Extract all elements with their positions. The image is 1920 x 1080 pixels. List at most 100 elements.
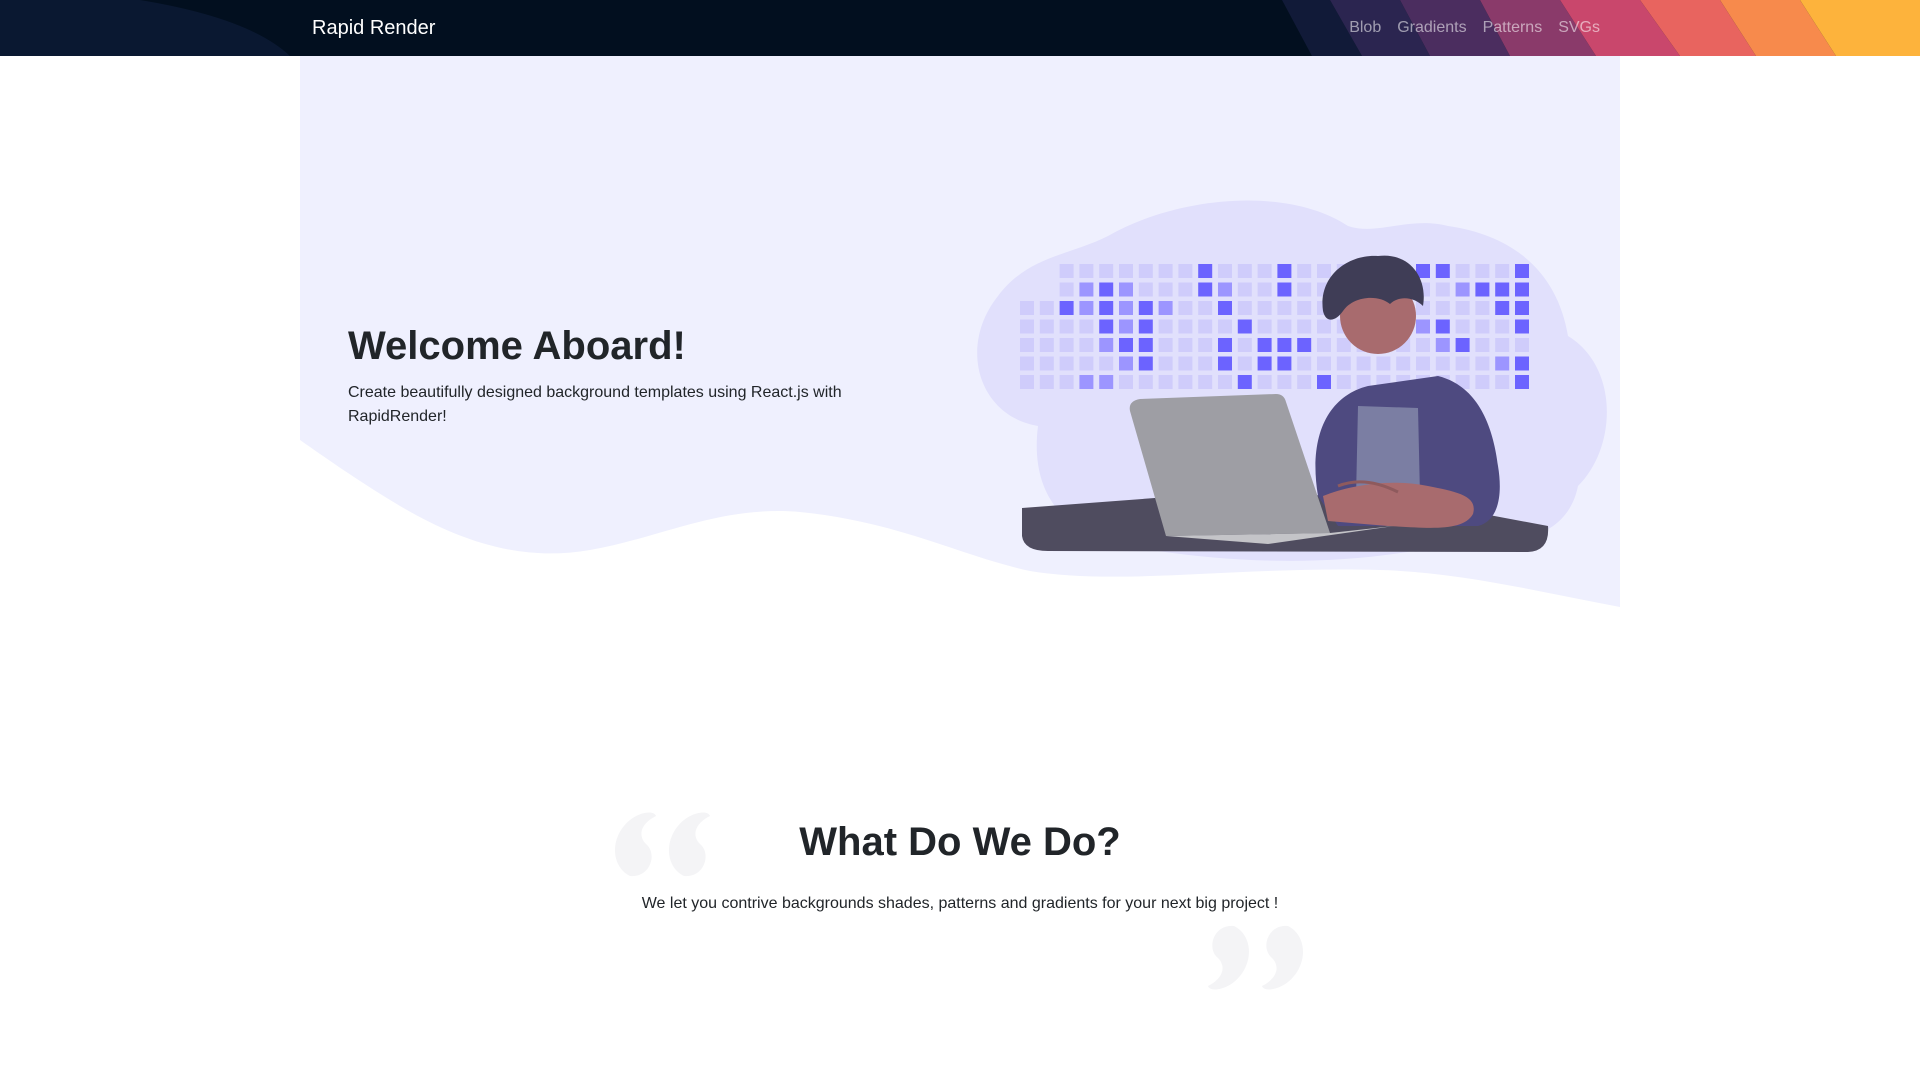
grid-square <box>1435 356 1450 371</box>
grid-square <box>1099 319 1114 334</box>
nav-link-blob[interactable]: Blob <box>1349 19 1381 37</box>
grid-square <box>1099 301 1114 315</box>
grid-square <box>1515 282 1529 297</box>
grid-square <box>1257 356 1272 371</box>
grid-square <box>1257 319 1272 334</box>
grid-square <box>1099 356 1114 371</box>
grid-square <box>1099 338 1114 352</box>
grid-square <box>1198 356 1213 371</box>
grid-square <box>1119 375 1133 389</box>
grid-square <box>1277 301 1292 315</box>
grid-square <box>1039 301 1054 315</box>
grid-square <box>1515 356 1529 371</box>
grid-square <box>1178 319 1193 334</box>
grid-square <box>1119 301 1133 315</box>
grid-square <box>1416 356 1430 371</box>
grid-square <box>1099 282 1114 297</box>
grid-square <box>1317 319 1331 334</box>
grid-square <box>1218 356 1232 371</box>
grid-square <box>1257 282 1272 297</box>
grid-square <box>1218 319 1232 334</box>
grid-square <box>1099 264 1114 278</box>
grid-square <box>1455 264 1470 278</box>
grid-square <box>1297 375 1312 389</box>
grid-square <box>1495 375 1510 389</box>
grid-square <box>1198 301 1213 315</box>
grid-square <box>1218 375 1232 389</box>
grid-square <box>1317 264 1331 278</box>
nav-link-svgs[interactable]: SVGs <box>1558 19 1600 37</box>
grid-square <box>1317 375 1331 389</box>
grid-square <box>1237 375 1252 389</box>
grid-square <box>1475 356 1490 371</box>
grid-square <box>1356 356 1371 371</box>
grid-square <box>1257 338 1272 352</box>
grid-square <box>1079 264 1094 278</box>
hero-subtitle: Create beautifully designed background t… <box>348 384 842 425</box>
grid-square <box>1178 338 1193 352</box>
grid-square <box>1336 375 1351 389</box>
grid-square <box>1495 282 1510 297</box>
grid-square <box>1455 356 1470 371</box>
grid-square <box>1297 301 1312 315</box>
grid-square <box>1475 264 1490 278</box>
grid-square <box>1297 356 1312 371</box>
grid-square <box>1218 264 1232 278</box>
grid-square <box>1435 319 1450 334</box>
grid-square <box>1198 282 1213 297</box>
grid-square <box>1515 338 1529 352</box>
grid-square <box>1059 375 1074 389</box>
grid-square <box>1020 301 1034 315</box>
grid-square <box>1475 338 1490 352</box>
grid-square <box>1237 301 1252 315</box>
nav-link-patterns[interactable]: Patterns <box>1483 19 1543 37</box>
hero-title: Welcome Aboard! <box>348 324 686 368</box>
grid-square <box>1119 282 1133 297</box>
brand-logo-link[interactable]: Rapid Render <box>312 0 435 56</box>
grid-square <box>1178 356 1193 371</box>
grid-square <box>1515 319 1529 334</box>
grid-square <box>1178 264 1193 278</box>
grid-square <box>1039 338 1054 352</box>
grid-square <box>1257 264 1272 278</box>
grid-square <box>1020 319 1034 334</box>
grid-square <box>1495 319 1510 334</box>
grid-square <box>1079 319 1094 334</box>
grid-square <box>1198 375 1213 389</box>
grid-square <box>1277 375 1292 389</box>
grid-square <box>1178 375 1193 389</box>
grid-square <box>1178 301 1193 315</box>
grid-square <box>1039 375 1054 389</box>
grid-square <box>1475 301 1490 315</box>
grid-square <box>1277 319 1292 334</box>
grid-square <box>1119 319 1133 334</box>
grid-square <box>1455 338 1470 352</box>
grid-square <box>1416 338 1430 352</box>
grid-square <box>1138 282 1153 297</box>
grid-square <box>1138 264 1153 278</box>
grid-square <box>1158 264 1173 278</box>
grid-square <box>1218 301 1232 315</box>
grid-square <box>1020 375 1034 389</box>
grid-square <box>1237 356 1252 371</box>
grid-square <box>1396 356 1411 371</box>
grid-square <box>1317 338 1331 352</box>
grid-square <box>1455 319 1470 334</box>
grid-square <box>1039 319 1054 334</box>
grid-square <box>1119 338 1133 352</box>
grid-square <box>1158 356 1173 371</box>
navbar-wave-decoration <box>0 0 1920 56</box>
grid-square <box>1435 282 1450 297</box>
grid-square <box>1079 282 1094 297</box>
grid-square <box>1495 338 1510 352</box>
grid-square <box>1317 356 1331 371</box>
grid-square <box>1416 319 1430 334</box>
grid-square <box>1099 375 1114 389</box>
grid-square <box>1277 338 1292 352</box>
grid-square <box>1079 375 1094 389</box>
grid-square <box>1158 301 1173 315</box>
grid-square <box>1059 301 1074 315</box>
nav-link-gradients[interactable]: Gradients <box>1397 19 1466 37</box>
grid-square <box>1257 375 1272 389</box>
grid-square <box>1059 264 1074 278</box>
